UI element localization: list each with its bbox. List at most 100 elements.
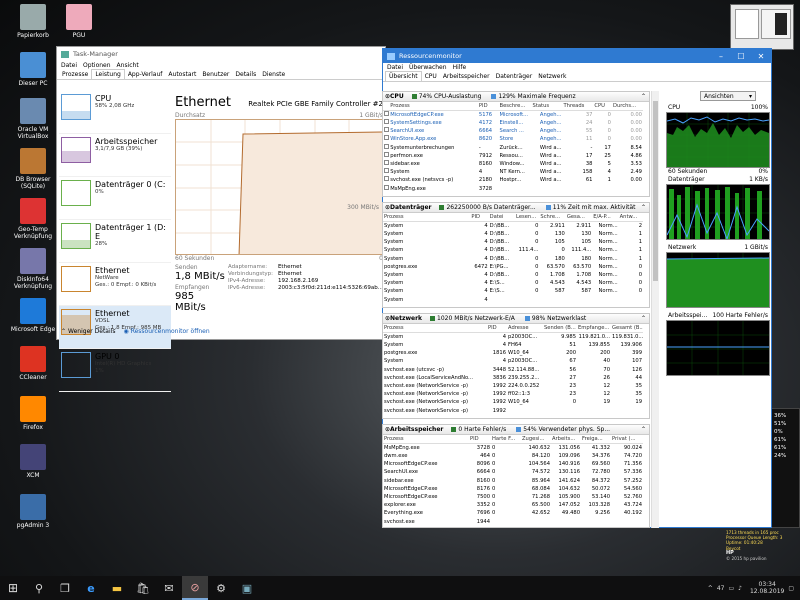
table-row[interactable]: System 4 E:\S... 0 4.543 4.543 Norm... 0 bbox=[383, 279, 643, 287]
table-row[interactable]: System 4 D:\BB... 0 180 180 Norm... 1 bbox=[383, 255, 643, 263]
table-row[interactable]: SearchUI.exe 6664 0 74.572 130.116 72.780 57.3… bbox=[383, 468, 643, 476]
table-row[interactable]: System 4 bbox=[383, 296, 643, 304]
table-row[interactable]: svchost.exe (LocalServiceAndNo... 3836 239… bbox=[383, 374, 643, 382]
table-row[interactable]: svchost.exe (NetworkService -p) 1992 bbox=[383, 407, 643, 415]
column-header-prozess[interactable]: Prozess bbox=[383, 213, 471, 222]
column-header-prozess[interactable]: Prozess bbox=[389, 102, 478, 111]
row-checkbox[interactable] bbox=[383, 160, 389, 168]
column-header-gesamt-b[interactable]: Gesamt (B... bbox=[611, 324, 643, 333]
tab-datentr-ger[interactable]: Datenträger bbox=[493, 72, 536, 81]
tab-bersicht[interactable]: Übersicht bbox=[385, 71, 422, 81]
table-row[interactable]: svchost.exe (netsvcs -p) 2180 Hostpr... Wir… bbox=[383, 176, 643, 184]
maximize-button[interactable]: ☐ bbox=[731, 52, 751, 61]
desktop-icon-firefox[interactable]: Firefox bbox=[6, 396, 60, 431]
edge-taskbar-button[interactable]: e bbox=[78, 576, 104, 600]
sidebar-item-cpu-0[interactable]: CPU 58% 2,08 GHz bbox=[59, 91, 171, 134]
row-checkbox[interactable] bbox=[383, 127, 389, 135]
row-checkbox[interactable] bbox=[383, 111, 389, 120]
menu-datei[interactable]: Datei bbox=[61, 62, 77, 69]
table-row[interactable]: System 4 D:\BB... 0 130 130 Norm... 1 bbox=[383, 230, 643, 238]
cpu-section-header[interactable]: ⊙ CPU 74% CPU-Auslastung 129% Maximale Freq… bbox=[383, 92, 649, 102]
column-header-beschre[interactable]: Beschre... bbox=[498, 102, 532, 111]
table-row[interactable]: Everything.exe 7696 0 42.652 49.480 9.256 40.1… bbox=[383, 509, 643, 517]
memory-section-header[interactable]: ⊙ Arbeitsspeicher 0 Harte Fehler/s 54% Verw… bbox=[383, 425, 649, 435]
row-checkbox[interactable] bbox=[383, 135, 389, 143]
table-row[interactable]: svchost.exe (NetworkService -p) 1992 ff02:… bbox=[383, 390, 643, 398]
start-button[interactable]: ⊞ bbox=[0, 576, 26, 600]
mail-taskbar-button[interactable]: ✉ bbox=[156, 576, 182, 600]
tab-cpu[interactable]: CPU bbox=[422, 72, 440, 81]
tab-leistung[interactable]: Leistung bbox=[91, 69, 125, 79]
table-row[interactable]: System 4 E:\S... 0 587 587 Norm... 0 bbox=[383, 287, 643, 295]
row-checkbox[interactable] bbox=[383, 151, 389, 160]
column-header-prozess[interactable]: Prozess bbox=[383, 324, 487, 333]
column-header-empfange[interactable]: Empfange... bbox=[577, 324, 611, 333]
clock[interactable]: 03:34 12.08.2019 bbox=[750, 581, 784, 595]
table-row[interactable]: MicrosoftEdgeCP.exe 7500 0 71.268 105.900 53.… bbox=[383, 493, 643, 501]
row-checkbox[interactable] bbox=[383, 184, 389, 193]
column-header-datei[interactable]: Datei bbox=[488, 213, 516, 222]
column-header-lesen[interactable]: Lesen... bbox=[515, 213, 540, 222]
tab-arbeitsspeicher[interactable]: Arbeitsspeicher bbox=[440, 72, 493, 81]
fewer-details-link[interactable]: ⌃ Weniger Details bbox=[61, 328, 115, 335]
sidebar-item-ethernet-4[interactable]: Ethernet NetWare Ges.: 0 Empf.: 0 KBit/s bbox=[59, 263, 171, 306]
tab-app-verlauf[interactable]: App-Verlauf bbox=[125, 70, 166, 79]
column-header-prozess[interactable]: Prozess bbox=[383, 435, 469, 444]
search-button[interactable]: ⚲ bbox=[26, 576, 52, 600]
notification-icon[interactable]: ▢ bbox=[788, 585, 794, 592]
column-header-status[interactable]: Status bbox=[531, 102, 563, 111]
close-button[interactable]: ✕ bbox=[751, 52, 771, 61]
desktop-icon-diskinfo64-verkn-pfung[interactable]: DiskInfo64 Verknüpfung bbox=[6, 248, 60, 290]
task-view-button[interactable]: ❐ bbox=[52, 576, 78, 600]
table-row[interactable]: System 4 D:\BB... 0 2.911 2.911 Norm... 2 bbox=[383, 222, 643, 231]
volume-icon[interactable]: ♪ bbox=[738, 585, 742, 592]
table-row[interactable]: WinStore.App.exe 8620 Store Angeh... 11 0 0.00 bbox=[383, 135, 643, 143]
column-header-zugesi[interactable]: Zugesi... bbox=[521, 435, 551, 444]
tab-netzwerk[interactable]: Netzwerk bbox=[535, 72, 569, 81]
column-header-privat[interactable]: Privat (... bbox=[611, 435, 643, 444]
store-taskbar-button[interactable]: 🛍 bbox=[130, 576, 156, 600]
settings-taskbar-button[interactable]: ⚙ bbox=[208, 576, 234, 600]
desktop-icon-xcm[interactable]: XCM bbox=[6, 444, 60, 479]
menu-hilfe[interactable]: Hilfe bbox=[453, 64, 467, 71]
desktop-icon-microsoft-edge[interactable]: Microsoft Edge bbox=[6, 298, 60, 333]
tab-dienste[interactable]: Dienste bbox=[259, 70, 288, 79]
blocked-app-taskbar-button[interactable]: ⊘ bbox=[182, 576, 208, 600]
column-header-gesa[interactable]: Gesa... bbox=[565, 213, 593, 222]
column-header-durchs[interactable]: Durchs... bbox=[611, 102, 643, 111]
table-row[interactable]: dwm.exe 464 0 84.120 109.096 34.376 74.720 bbox=[383, 452, 643, 460]
collapse-arrow-icon[interactable]: ⌃ bbox=[641, 426, 646, 433]
menu-berwachen[interactable]: Überwachen bbox=[409, 64, 447, 71]
table-row[interactable]: SystemSettings.exe 4172 Einstell... Angeh..… bbox=[383, 119, 643, 127]
sidebar-item-arbeitsspeicher-1[interactable]: Arbeitsspeicher 3,1/7,9 GB (39%) bbox=[59, 134, 171, 177]
table-row[interactable]: Systemunterbrechungen - Zurück... Wird a...… bbox=[383, 143, 643, 152]
column-header-adresse[interactable]: Adresse bbox=[507, 324, 543, 333]
table-row[interactable]: svchost.exe (utcsvc -p) 3448 52.114.88... 5… bbox=[383, 366, 643, 374]
collapse-arrow-icon[interactable]: ⌃ bbox=[641, 93, 646, 100]
table-row[interactable]: SearchUI.exe 6664 Search ... Angeh... 55 0 0.0… bbox=[383, 127, 643, 135]
tab-autostart[interactable]: Autostart bbox=[165, 70, 199, 79]
table-row[interactable]: System 4 FH64 51 139.855 139.906 bbox=[383, 341, 643, 349]
table-row[interactable]: MicrosoftEdgeCP.exe 8096 0 104.564 140.916 69… bbox=[383, 460, 643, 468]
column-header-senden-b[interactable]: Senden (B... bbox=[543, 324, 577, 333]
desktop-icon-pgadmin-3[interactable]: pgAdmin 3 bbox=[6, 494, 60, 529]
table-row[interactable]: System 4 p2003OC... 9.985 119.821.0... 119.83… bbox=[383, 333, 643, 342]
column-header-schre[interactable]: Schre... bbox=[539, 213, 566, 222]
column-header-threads[interactable]: Threads bbox=[562, 102, 594, 111]
desktop-icon-pgu[interactable]: PGU bbox=[52, 4, 106, 39]
desktop-icon-db-browser-sqlite[interactable]: DB Browser (SQLite) bbox=[6, 148, 60, 190]
network-section-header[interactable]: ⊙ Netzwerk 1020 MBit/s Netzwerk-E/A 98% Net… bbox=[383, 314, 649, 324]
tray-expand-icon[interactable]: ^ bbox=[708, 585, 713, 592]
scroll-thumb[interactable] bbox=[653, 101, 658, 281]
table-row[interactable]: explorer.exe 3352 0 65.500 147.052 103.328 43.… bbox=[383, 501, 643, 509]
desktop-icon-ccleaner[interactable]: CCleaner bbox=[6, 346, 60, 381]
table-row[interactable]: MicrosoftEdgeCP.exe 8176 0 68.084 104.632 50.… bbox=[383, 485, 643, 493]
sidebar-item-datentr-ger-0-c-2[interactable]: Datenträger 0 (C: 0% bbox=[59, 177, 171, 220]
column-header-pid[interactable]: PID bbox=[470, 213, 489, 222]
views-button[interactable]: Ansichten ▾ bbox=[700, 91, 756, 101]
desktop-icon-oracle-vm-virtualbox[interactable]: Oracle VM VirtualBox bbox=[6, 98, 60, 140]
sidebar-item-datentr-ger-1-d-e-3[interactable]: Datenträger 1 (D: E 28% bbox=[59, 220, 171, 263]
tab-prozesse[interactable]: Prozesse bbox=[59, 70, 91, 79]
table-row[interactable]: MicrosoftEdgeCP.exe 5176 Microsoft... Angeh… bbox=[383, 111, 643, 120]
menu-optionen[interactable]: Optionen bbox=[83, 62, 111, 69]
